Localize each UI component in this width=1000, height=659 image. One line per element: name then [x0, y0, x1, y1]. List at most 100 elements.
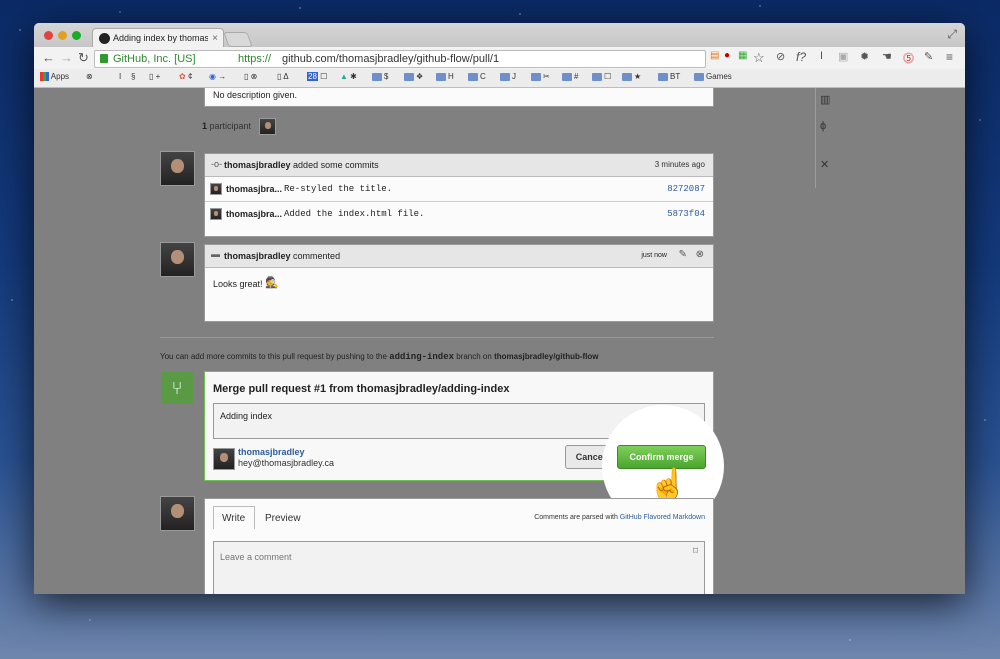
- avatar[interactable]: [160, 242, 195, 277]
- browser-toolbar: ← → ↻ GitHub, Inc. [US] https:// github.…: [34, 47, 965, 69]
- commit-icon: -o-: [211, 159, 222, 169]
- bookmark-folder[interactable]: J: [500, 72, 516, 81]
- close-window-button[interactable]: [44, 31, 53, 40]
- gear-icon[interactable]: ✹: [860, 50, 869, 63]
- bookmark-item[interactable]: ▯ +: [149, 72, 160, 81]
- browser-window: Adding index by thomasjb × ⤢ ← → ↻ GitHu…: [34, 23, 965, 594]
- bookmark-folder[interactable]: ✂: [531, 72, 550, 81]
- merge-icon: ⑂: [161, 372, 193, 404]
- back-icon[interactable]: ←: [42, 50, 55, 65]
- bookmark-star-icon[interactable]: ☆: [753, 50, 765, 66]
- bookmark-item[interactable]: ◉ →: [209, 72, 226, 81]
- maximize-window-button[interactable]: [72, 31, 81, 40]
- bookmark-item[interactable]: §: [131, 72, 135, 81]
- bookmark-item[interactable]: ✿ ¢: [179, 72, 192, 81]
- commit-row[interactable]: thomasjbra... Added the index.html file.…: [205, 201, 713, 226]
- delete-icon[interactable]: ⊗: [696, 249, 704, 260]
- participants-count: 1 participant: [202, 121, 252, 131]
- comment-icon: ▬: [211, 249, 220, 259]
- tab-close-icon[interactable]: ×: [212, 29, 218, 48]
- ext-icon-7[interactable]: ☚: [882, 50, 892, 63]
- tab-title: Adding index by thomasjb: [113, 33, 208, 43]
- emoji-icon: 🕵: [265, 277, 279, 289]
- participant-avatar[interactable]: [259, 118, 276, 135]
- pinterest-icon[interactable]: ⓹: [903, 50, 914, 66]
- avatar[interactable]: [160, 496, 195, 531]
- merge-email: hey@thomasjbradley.ca: [238, 458, 335, 468]
- fullscreen-icon[interactable]: ⤢: [947, 27, 957, 42]
- tools-icon[interactable]: ✕: [820, 158, 829, 171]
- new-tab-button[interactable]: [223, 32, 253, 47]
- ext-icon-1[interactable]: ▤: [710, 50, 719, 61]
- commit-author[interactable]: thomasjbra...: [226, 184, 282, 194]
- bookmark-folder[interactable]: #: [562, 72, 578, 81]
- tab-strip: Adding index by thomasjb × ⤢: [34, 23, 965, 49]
- lock-icon: [100, 54, 108, 63]
- no-description-text: No description given.: [213, 90, 298, 100]
- url-protocol: https://: [238, 53, 272, 65]
- bookmark-folder[interactable]: $: [372, 72, 388, 81]
- commit-message[interactable]: Re-styled the title.: [284, 184, 392, 194]
- bookmark-item[interactable]: I: [119, 72, 121, 81]
- description-box: No description given.: [204, 88, 714, 107]
- bookmark-folder[interactable]: ★: [622, 72, 641, 81]
- graph-icon[interactable]: ▥: [820, 93, 830, 106]
- new-comment-box: Write Preview Comments are parsed with G…: [204, 498, 714, 594]
- commit-author[interactable]: thomasjbra...: [226, 209, 282, 219]
- merge-user[interactable]: thomasjbradley: [238, 447, 305, 457]
- commit-message[interactable]: Added the index.html file.: [284, 209, 424, 219]
- bookmark-folder[interactable]: C: [468, 72, 486, 81]
- wrench-icon[interactable]: ✎: [924, 50, 933, 63]
- bookmark-folder[interactable]: ❖: [404, 72, 423, 81]
- github-icon: [99, 33, 110, 44]
- fullscreen-icon[interactable]: ⌑: [693, 546, 698, 557]
- bookmark-item[interactable]: ⊗: [86, 72, 93, 81]
- edit-icon[interactable]: ✎: [679, 249, 687, 260]
- menu-icon[interactable]: ≡: [946, 50, 953, 64]
- bookmark-item[interactable]: 28 ☐: [307, 72, 327, 81]
- ext-icon-4[interactable]: ⊘: [776, 50, 785, 63]
- forward-icon[interactable]: →: [60, 50, 73, 65]
- commits-box: -o- thomasjbradley added some commits 3 …: [204, 153, 714, 237]
- commit-sha[interactable]: 8272087: [667, 184, 705, 194]
- page-content: No description given. ▥ ϕ ✕ 1 participan…: [34, 88, 965, 594]
- markdown-link[interactable]: GitHub Flavored Markdown: [620, 514, 705, 521]
- bookmarks-bar: Apps ⊗ I § ▯ + ✿ ¢ ◉ → ▯ ⊗ ▯ Δ 28 ☐ ▲ ✱ …: [34, 69, 965, 88]
- bookmark-folder[interactable]: ☐: [592, 72, 611, 81]
- bookmark-folder[interactable]: H: [436, 72, 454, 81]
- push-info: You can add more commits to this pull re…: [160, 352, 599, 362]
- tab-write-label[interactable]: Write: [222, 513, 245, 524]
- browser-tab[interactable]: Adding index by thomasjb ×: [92, 28, 224, 49]
- comment-input[interactable]: Leave a comment ⌑: [213, 541, 705, 594]
- commits-header: -o- thomasjbradley added some commits 3 …: [205, 154, 713, 177]
- ext-icon-2[interactable]: ●: [724, 50, 730, 61]
- sidebar-divider: [815, 88, 816, 188]
- url-path: github.com/thomasjbradley/github-flow/pu…: [282, 53, 500, 65]
- comment-author: thomasjbradley commented: [224, 251, 341, 261]
- branch-icon[interactable]: ϕ: [820, 120, 826, 132]
- bookmark-apps[interactable]: Apps: [40, 72, 69, 82]
- commits-event: thomasjbradley added some commits: [224, 160, 379, 170]
- tab-preview[interactable]: Preview: [265, 513, 301, 524]
- address-bar[interactable]: GitHub, Inc. [US] https:// github.com/th…: [94, 50, 706, 68]
- comment-header: ▬ thomasjbradley commented just now ✎ ⊗: [205, 245, 713, 268]
- merge-user-avatar: [213, 448, 235, 470]
- bookmark-item[interactable]: ▲ ✱: [340, 72, 357, 81]
- comment-time: just now: [641, 252, 667, 259]
- minimize-window-button[interactable]: [58, 31, 67, 40]
- bookmark-item[interactable]: ▯ Δ: [277, 72, 289, 81]
- merge-message-text: Adding index: [220, 411, 273, 421]
- divider: [160, 337, 714, 338]
- commit-row[interactable]: thomasjbra... Re-styled the title. 82720…: [205, 176, 713, 202]
- ext-icon-3[interactable]: ▦: [738, 50, 747, 61]
- ext-icon-5[interactable]: I: [820, 50, 823, 62]
- reload-icon[interactable]: ↻: [78, 50, 89, 66]
- ext-icon-6[interactable]: ▣: [838, 50, 848, 63]
- merge-title: Merge pull request #1 from thomasjbradle…: [213, 383, 510, 395]
- bookmark-folder[interactable]: BT: [658, 72, 680, 81]
- ext-icon-fx[interactable]: f?: [796, 50, 806, 64]
- bookmark-item[interactable]: ▯ ⊗: [244, 72, 257, 81]
- avatar[interactable]: [160, 151, 195, 186]
- commit-sha[interactable]: 5873f04: [667, 209, 705, 219]
- bookmark-folder[interactable]: Games: [694, 72, 732, 81]
